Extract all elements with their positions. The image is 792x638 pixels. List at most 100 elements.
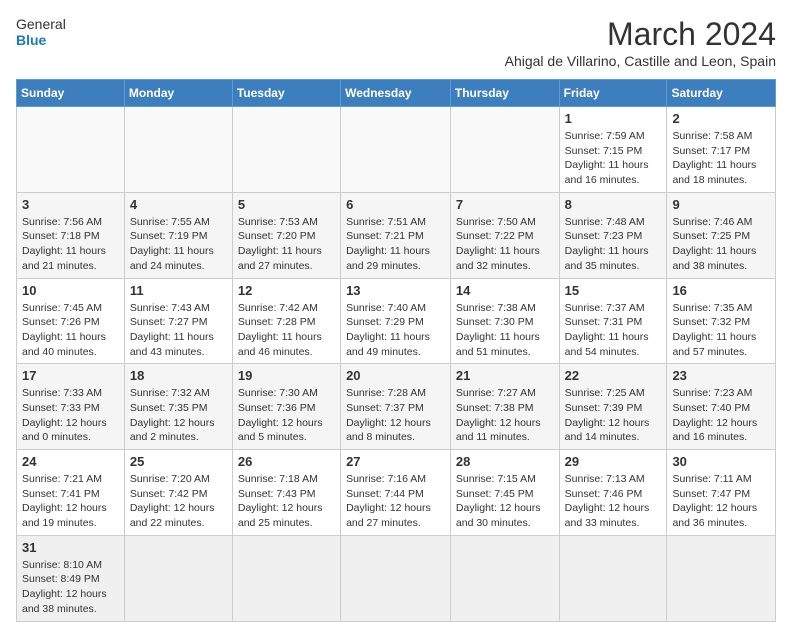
day-number: 14 [456, 283, 554, 298]
day-number: 28 [456, 454, 554, 469]
weekday-header-saturday: Saturday [667, 80, 776, 107]
day-info: Sunrise: 7:59 AM Sunset: 7:15 PM Dayligh… [565, 129, 662, 188]
day-number: 30 [672, 454, 770, 469]
day-number: 7 [456, 197, 554, 212]
logo-blue-text: Blue [16, 32, 66, 48]
day-cell: 20Sunrise: 7:28 AM Sunset: 7:37 PM Dayli… [341, 364, 451, 450]
day-number: 5 [238, 197, 335, 212]
day-info: Sunrise: 7:16 AM Sunset: 7:44 PM Dayligh… [346, 472, 445, 531]
day-number: 26 [238, 454, 335, 469]
title-area: March 2024 Ahigal de Villarino, Castille… [505, 16, 776, 69]
day-cell: 13 Sunrise: 7:40 AM Sunset: 7:29 PM Dayli… [341, 278, 451, 364]
day-cell: 4 Sunrise: 7:55 AM Sunset: 7:19 PM Daylig… [124, 192, 232, 278]
day-number: 11 [130, 283, 227, 298]
day-info: Sunrise: 7:38 AM Sunset: 7:30 PM Dayligh… [456, 301, 554, 360]
day-cell: 5 Sunrise: 7:53 AM Sunset: 7:20 PM Daylig… [232, 192, 340, 278]
day-cell: 12 Sunrise: 7:42 AM Sunset: 7:28 PM Dayli… [232, 278, 340, 364]
day-info: Sunrise: 7:51 AM Sunset: 7:21 PM Dayligh… [346, 215, 445, 274]
day-info: Sunrise: 7:20 AM Sunset: 7:42 PM Dayligh… [130, 472, 227, 531]
day-cell: 7Sunrise: 7:50 AM Sunset: 7:22 PM Daylig… [450, 192, 559, 278]
day-cell [232, 535, 340, 621]
day-cell: 6 Sunrise: 7:51 AM Sunset: 7:21 PM Daylig… [341, 192, 451, 278]
weekday-header-sunday: Sunday [17, 80, 125, 107]
week-row-6: 31 Sunrise: 8:10 AM Sunset: 8:49 PM Dayli… [17, 535, 776, 621]
day-cell: 10 Sunrise: 7:45 AM Sunset: 7:26 PM Dayli… [17, 278, 125, 364]
day-cell [450, 535, 559, 621]
day-number: 24 [22, 454, 119, 469]
weekday-header-monday: Monday [124, 80, 232, 107]
day-info: Sunrise: 7:21 AM Sunset: 7:41 PM Dayligh… [22, 472, 119, 531]
day-number: 12 [238, 283, 335, 298]
day-cell [124, 107, 232, 193]
day-number: 21 [456, 368, 554, 383]
day-info: Sunrise: 7:25 AM Sunset: 7:39 PM Dayligh… [565, 386, 662, 445]
day-number: 2 [672, 111, 770, 126]
day-cell [341, 535, 451, 621]
day-cell: 14 Sunrise: 7:38 AM Sunset: 7:30 PM Dayli… [450, 278, 559, 364]
day-number: 17 [22, 368, 119, 383]
day-info: Sunrise: 7:27 AM Sunset: 7:38 PM Dayligh… [456, 386, 554, 445]
day-number: 3 [22, 197, 119, 212]
day-info: Sunrise: 7:13 AM Sunset: 7:46 PM Dayligh… [565, 472, 662, 531]
day-cell: 3Sunrise: 7:56 AM Sunset: 7:18 PM Daylig… [17, 192, 125, 278]
day-number: 18 [130, 368, 227, 383]
day-cell: 9Sunrise: 7:46 AM Sunset: 7:25 PM Daylig… [667, 192, 776, 278]
day-info: Sunrise: 7:15 AM Sunset: 7:45 PM Dayligh… [456, 472, 554, 531]
day-cell: 15 Sunrise: 7:37 AM Sunset: 7:31 PM Dayli… [559, 278, 667, 364]
day-number: 19 [238, 368, 335, 383]
day-info: Sunrise: 7:55 AM Sunset: 7:19 PM Dayligh… [130, 215, 227, 274]
day-info: Sunrise: 7:53 AM Sunset: 7:20 PM Dayligh… [238, 215, 335, 274]
week-row-1: 1 Sunrise: 7:59 AM Sunset: 7:15 PM Daylig… [17, 107, 776, 193]
day-info: Sunrise: 8:10 AM Sunset: 8:49 PM Dayligh… [22, 558, 119, 617]
day-info: Sunrise: 7:48 AM Sunset: 7:23 PM Dayligh… [565, 215, 662, 274]
day-info: Sunrise: 7:11 AM Sunset: 7:47 PM Dayligh… [672, 472, 770, 531]
day-cell: 31 Sunrise: 8:10 AM Sunset: 8:49 PM Dayli… [17, 535, 125, 621]
day-info: Sunrise: 7:42 AM Sunset: 7:28 PM Dayligh… [238, 301, 335, 360]
day-info: Sunrise: 7:40 AM Sunset: 7:29 PM Dayligh… [346, 301, 445, 360]
day-number: 6 [346, 197, 445, 212]
week-row-2: 3Sunrise: 7:56 AM Sunset: 7:18 PM Daylig… [17, 192, 776, 278]
day-number: 15 [565, 283, 662, 298]
day-cell [232, 107, 340, 193]
day-info: Sunrise: 7:37 AM Sunset: 7:31 PM Dayligh… [565, 301, 662, 360]
location-title: Ahigal de Villarino, Castille and Leon, … [505, 53, 776, 69]
day-info: Sunrise: 7:18 AM Sunset: 7:43 PM Dayligh… [238, 472, 335, 531]
day-info: Sunrise: 7:46 AM Sunset: 7:25 PM Dayligh… [672, 215, 770, 274]
day-number: 1 [565, 111, 662, 126]
day-number: 8 [565, 197, 662, 212]
day-info: Sunrise: 7:45 AM Sunset: 7:26 PM Dayligh… [22, 301, 119, 360]
day-cell: 29 Sunrise: 7:13 AM Sunset: 7:46 PM Dayli… [559, 450, 667, 536]
day-info: Sunrise: 7:35 AM Sunset: 7:32 PM Dayligh… [672, 301, 770, 360]
day-number: 10 [22, 283, 119, 298]
calendar-table: SundayMondayTuesdayWednesdayThursdayFrid… [16, 79, 776, 622]
day-number: 31 [22, 540, 119, 555]
day-number: 4 [130, 197, 227, 212]
day-cell [667, 535, 776, 621]
day-number: 13 [346, 283, 445, 298]
day-cell: 17 Sunrise: 7:33 AM Sunset: 7:33 PM Dayli… [17, 364, 125, 450]
weekday-header-friday: Friday [559, 80, 667, 107]
day-number: 29 [565, 454, 662, 469]
day-info: Sunrise: 7:32 AM Sunset: 7:35 PM Dayligh… [130, 386, 227, 445]
day-cell: 27 Sunrise: 7:16 AM Sunset: 7:44 PM Dayli… [341, 450, 451, 536]
day-cell [559, 535, 667, 621]
day-info: Sunrise: 7:58 AM Sunset: 7:17 PM Dayligh… [672, 129, 770, 188]
day-cell: 11Sunrise: 7:43 AM Sunset: 7:27 PM Dayli… [124, 278, 232, 364]
day-cell: 8 Sunrise: 7:48 AM Sunset: 7:23 PM Daylig… [559, 192, 667, 278]
week-row-5: 24 Sunrise: 7:21 AM Sunset: 7:41 PM Dayli… [17, 450, 776, 536]
weekday-header-thursday: Thursday [450, 80, 559, 107]
day-cell [17, 107, 125, 193]
day-cell: 19Sunrise: 7:30 AM Sunset: 7:36 PM Dayli… [232, 364, 340, 450]
week-row-4: 17 Sunrise: 7:33 AM Sunset: 7:33 PM Dayli… [17, 364, 776, 450]
day-number: 16 [672, 283, 770, 298]
day-cell: 21 Sunrise: 7:27 AM Sunset: 7:38 PM Dayli… [450, 364, 559, 450]
day-number: 25 [130, 454, 227, 469]
day-cell: 25 Sunrise: 7:20 AM Sunset: 7:42 PM Dayli… [124, 450, 232, 536]
weekday-header-tuesday: Tuesday [232, 80, 340, 107]
day-cell: 22Sunrise: 7:25 AM Sunset: 7:39 PM Dayli… [559, 364, 667, 450]
day-cell: 2 Sunrise: 7:58 AM Sunset: 7:17 PM Daylig… [667, 107, 776, 193]
day-cell [450, 107, 559, 193]
day-number: 27 [346, 454, 445, 469]
month-title: March 2024 [505, 16, 776, 53]
day-info: Sunrise: 7:33 AM Sunset: 7:33 PM Dayligh… [22, 386, 119, 445]
